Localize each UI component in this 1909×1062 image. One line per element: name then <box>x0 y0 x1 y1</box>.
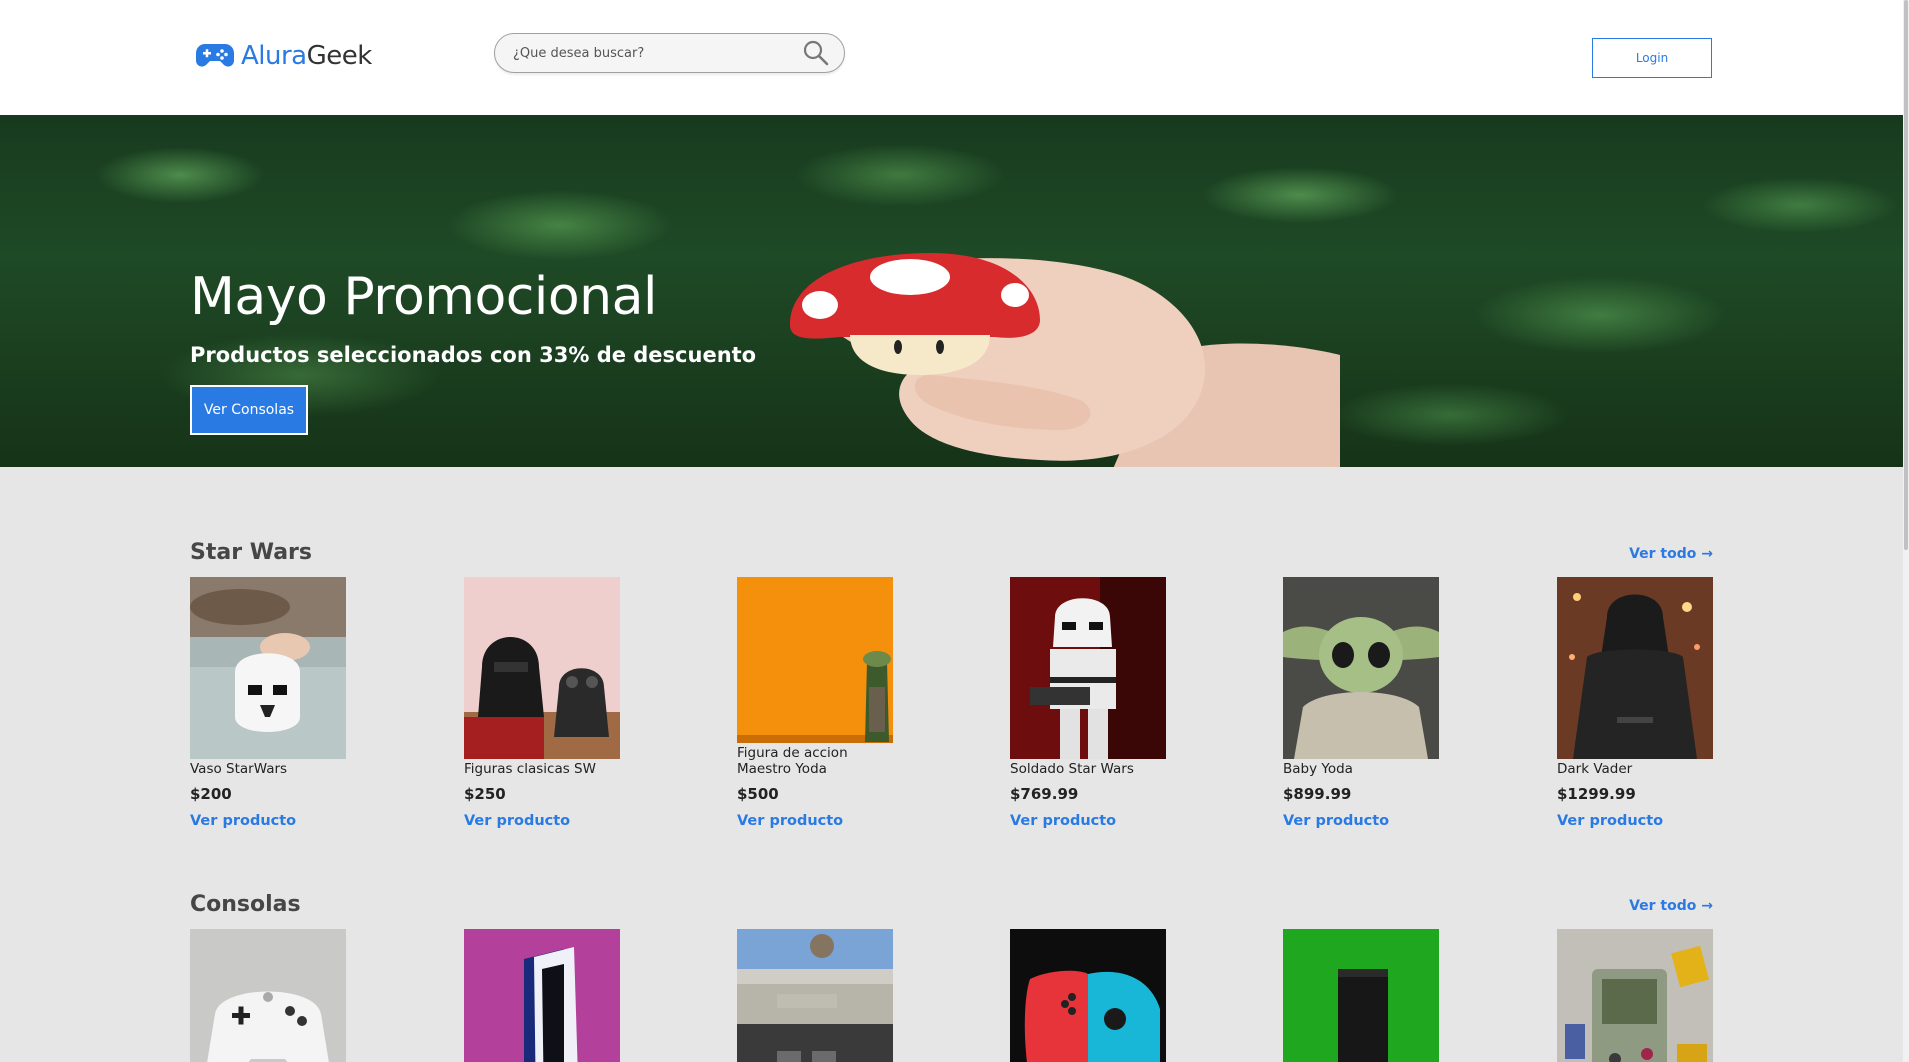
ver-producto-link[interactable]: Ver producto <box>1557 813 1713 829</box>
product-card: Soldado Star Wars $769.99 Ver producto <box>1010 577 1166 829</box>
hero-banner: Mayo Promocional Productos seleccionados… <box>0 115 1903 467</box>
page-scrollbar[interactable] <box>1903 0 1909 1062</box>
login-button[interactable]: Login <box>1592 38 1712 78</box>
product-card: Baby Yoda $899.99 Ver producto <box>1283 577 1439 829</box>
product-name: Baby Yoda <box>1283 761 1353 777</box>
scrollbar-thumb[interactable] <box>1904 0 1908 550</box>
logo-geek: Geek <box>306 41 373 71</box>
product-card <box>737 929 893 1062</box>
product-card: Dark Vader $1299.99 Ver producto <box>1557 577 1713 829</box>
product-image[interactable] <box>737 577 893 743</box>
hero-subtitle: Productos seleccionados con 33% de descu… <box>190 343 757 367</box>
section-title: Star Wars <box>190 540 312 565</box>
product-image[interactable] <box>1557 929 1713 1062</box>
logo[interactable]: AluraGeek <box>195 40 372 72</box>
product-card: Figuras clasicas SW $250 Ver producto <box>464 577 620 829</box>
product-image[interactable] <box>1283 929 1439 1062</box>
product-image[interactable] <box>1010 929 1166 1062</box>
ver-producto-link[interactable]: Ver producto <box>464 813 620 829</box>
product-card <box>1283 929 1439 1062</box>
product-price: $200 <box>190 785 232 803</box>
product-image[interactable] <box>737 929 893 1062</box>
product-image[interactable] <box>190 929 346 1062</box>
product-price: $1299.99 <box>1557 785 1636 803</box>
section-title: Consolas <box>190 892 301 917</box>
product-card <box>464 929 620 1062</box>
logo-alura: Alura <box>241 41 307 71</box>
product-price: $500 <box>737 785 779 803</box>
product-name: Vaso StarWars <box>190 761 288 777</box>
product-name: Soldado Star Wars <box>1010 761 1134 777</box>
product-card <box>1010 929 1166 1062</box>
product-image[interactable] <box>464 577 620 759</box>
product-price: $899.99 <box>1283 785 1352 803</box>
ver-producto-link[interactable]: Ver producto <box>1010 813 1166 829</box>
product-card: Figura de accion Maestro Yoda $500 Ver p… <box>737 577 893 829</box>
search-icon[interactable] <box>802 39 830 67</box>
ver-producto-link[interactable]: Ver producto <box>737 813 893 829</box>
ver-consolas-button[interactable]: Ver Consolas <box>190 385 308 435</box>
logo-text: AluraGeek <box>241 41 372 71</box>
product-price: $769.99 <box>1010 785 1079 803</box>
product-image[interactable] <box>1557 577 1713 759</box>
product-name: Figuras clasicas SW <box>464 761 596 777</box>
hero-image-hand-mushroom <box>790 253 1340 467</box>
product-image[interactable] <box>190 577 346 759</box>
product-image[interactable] <box>1010 577 1166 759</box>
product-card <box>1557 929 1713 1062</box>
product-price: $250 <box>464 785 506 803</box>
product-image[interactable] <box>464 929 620 1062</box>
gamepad-logo-icon <box>196 44 234 67</box>
search-input[interactable] <box>513 45 802 61</box>
ver-producto-link[interactable]: Ver producto <box>1283 813 1439 829</box>
ver-todo-link[interactable]: Ver todo → <box>1629 546 1713 562</box>
product-card <box>190 929 346 1062</box>
product-image[interactable] <box>1283 577 1439 759</box>
section-star-wars: Star Wars Ver todo → Vaso StarWars $200 <box>190 540 1713 830</box>
hero-title: Mayo Promocional <box>190 267 657 327</box>
product-card: Vaso StarWars $200 Ver producto <box>190 577 346 829</box>
product-name: Figura de accion Maestro Yoda <box>737 745 848 777</box>
search-bar <box>494 33 845 73</box>
ver-todo-link[interactable]: Ver todo → <box>1629 898 1713 914</box>
ver-producto-link[interactable]: Ver producto <box>190 813 346 829</box>
header: AluraGeek Login <box>0 0 1903 115</box>
product-name: Dark Vader <box>1557 761 1633 777</box>
section-consolas: Consolas Ver todo → <box>190 892 1713 1062</box>
